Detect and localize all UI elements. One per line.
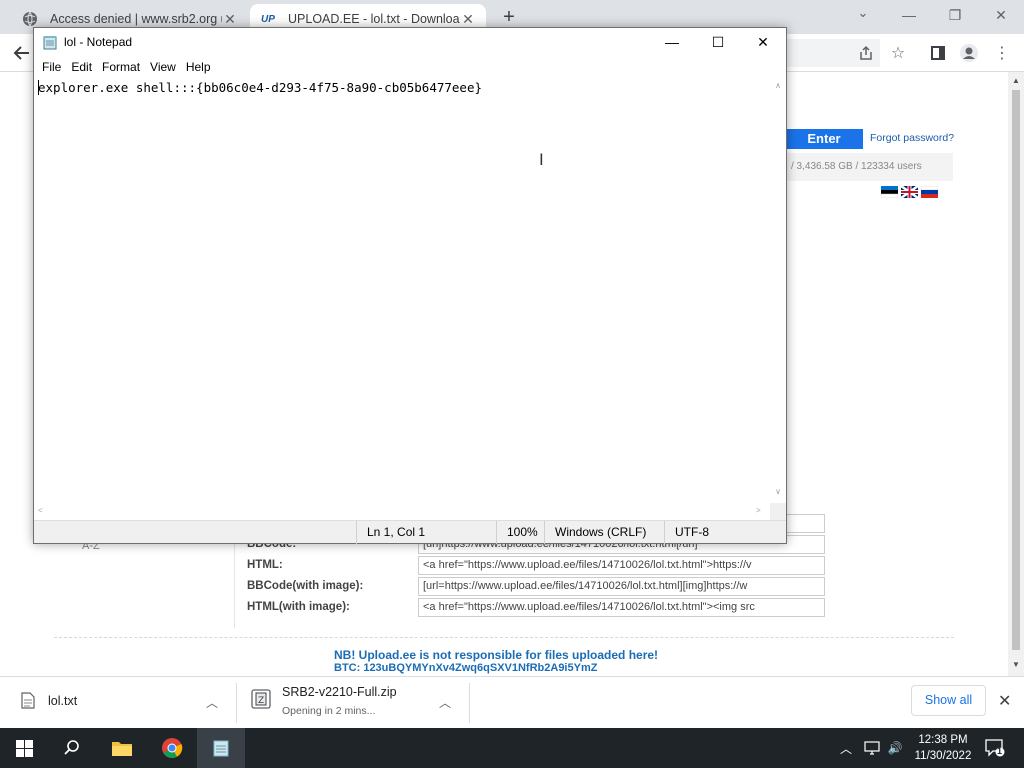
bbcode-image-label: BBCode(with image): — [247, 580, 364, 592]
minimize-icon[interactable]: — — [887, 2, 931, 28]
chevron-up-icon[interactable]: ︿ — [439, 694, 451, 711]
bbcode-image-field[interactable]: [url=https://www.upload.ee/files/1471002… — [418, 577, 825, 596]
tray-overflow-chevron-icon[interactable]: ︿ — [836, 728, 856, 768]
windows-taskbar: ︿ 🔊 12:38 PM 11/30/2022 1 — [0, 728, 1024, 768]
scroll-right-icon[interactable]: > — [756, 506, 761, 515]
notepad-menubar: File Edit Format View Help — [34, 57, 786, 77]
scroll-up-icon[interactable]: ▲ — [1008, 76, 1024, 85]
notepad-taskbar-icon[interactable] — [197, 728, 245, 768]
notepad-titlebar[interactable]: lol - Notepad — ☐ ✕ — [34, 28, 786, 57]
chrome-icon[interactable] — [148, 728, 196, 768]
notepad-text-area[interactable]: explorer.exe shell:::{bb06c0e4-d293-4f75… — [34, 77, 770, 503]
btc-address: BTC: 123uBQYMYnXv4Zwq6qSXV1NfRb2A9i5YmZ — [334, 662, 598, 674]
russia-flag-icon[interactable] — [921, 186, 938, 198]
ibeam-cursor-icon: I — [539, 150, 544, 169]
scroll-left-icon[interactable]: < — [38, 506, 43, 515]
search-icon[interactable] — [48, 728, 96, 768]
line-ending: Windows (CRLF) — [544, 521, 664, 544]
menu-help[interactable]: Help — [181, 57, 216, 77]
new-tab-button[interactable]: + — [499, 7, 519, 27]
forgot-password-link[interactable]: Forgot password? — [870, 132, 954, 144]
html-label: HTML: — [247, 559, 283, 571]
menu-edit[interactable]: Edit — [66, 57, 97, 77]
site-stats: / 3,436.58 GB / 123334 users — [785, 153, 953, 181]
notepad-title: lol - Notepad — [64, 35, 133, 49]
share-icon[interactable] — [854, 41, 878, 65]
download-filename: SRB2-v2210-Full.zip — [282, 685, 397, 699]
menu-format[interactable]: Format — [97, 57, 145, 77]
uk-flag-icon[interactable] — [901, 186, 918, 198]
cursor-position: Ln 1, Col 1 — [356, 521, 496, 544]
notepad-vertical-scrollbar[interactable]: ∧ ∨ — [770, 77, 786, 503]
html-field[interactable]: <a href="https://www.upload.ee/files/147… — [418, 556, 825, 575]
encoding: UTF-8 — [664, 521, 786, 544]
notepad-window: lol - Notepad — ☐ ✕ File Edit Format Vie… — [33, 27, 787, 544]
notepad-app-icon — [43, 36, 57, 50]
download-status: Opening in 2 mins... — [282, 705, 376, 717]
notification-center-icon[interactable]: 1 — [980, 728, 1010, 768]
back-arrow-icon[interactable] — [10, 41, 34, 65]
volume-icon[interactable]: 🔊 — [884, 728, 906, 768]
tab-search-chevron-icon[interactable]: ⌄ — [850, 5, 876, 25]
notepad-statusbar: Ln 1, Col 1 100% Windows (CRLF) UTF-8 — [34, 520, 786, 544]
disclaimer-notice: NB! Upload.ee is not responsible for fil… — [334, 648, 659, 662]
notepad-maximize-icon[interactable]: ☐ — [695, 28, 741, 57]
download-item-lol-txt[interactable]: lol.txt ︿ — [0, 677, 235, 729]
download-item-srb2-zip[interactable]: Z SRB2-v2210-Full.zip Opening in 2 mins.… — [237, 677, 469, 729]
text-file-icon — [21, 692, 35, 709]
download-filename: lol.txt — [48, 694, 78, 708]
kebab-menu-icon[interactable]: ⋮ — [990, 41, 1014, 65]
menu-file[interactable]: File — [37, 57, 66, 77]
menu-view[interactable]: View — [145, 57, 181, 77]
resize-grip[interactable] — [770, 503, 786, 520]
bookmark-star-icon[interactable]: ☆ — [886, 41, 910, 65]
side-panel-icon[interactable] — [926, 41, 950, 65]
svg-text:Z: Z — [258, 696, 264, 706]
scrollbar-thumb[interactable] — [1012, 90, 1020, 650]
divider — [469, 683, 470, 723]
close-window-icon[interactable]: ✕ — [979, 2, 1023, 28]
file-explorer-icon[interactable] — [98, 728, 146, 768]
close-tab-icon[interactable]: ✕ — [222, 11, 238, 28]
scroll-up-icon[interactable]: ∧ — [770, 81, 786, 90]
notepad-horizontal-scrollbar[interactable]: < > — [34, 503, 770, 520]
restore-icon[interactable]: ❐ — [933, 2, 977, 28]
downloads-bar: lol.txt ︿ Z SRB2-v2210-Full.zip Opening … — [0, 676, 1024, 728]
tab-title: Access denied | www.srb2.org us — [50, 12, 222, 26]
page-scrollbar[interactable]: ▲ ▼ — [1008, 72, 1024, 676]
clock-time: 12:38 PM — [918, 734, 968, 746]
divider — [234, 536, 235, 628]
chevron-up-icon[interactable]: ︿ — [206, 694, 218, 711]
zoom-level: 100% — [496, 521, 544, 544]
close-tab-icon[interactable]: ✕ — [460, 11, 476, 28]
clock-date: 11/30/2022 — [914, 750, 972, 762]
language-flags — [881, 186, 938, 198]
dashed-separator — [54, 637, 954, 638]
windows-start-icon[interactable] — [0, 728, 48, 768]
upload-ee-favicon-icon: UP — [261, 13, 275, 25]
network-icon[interactable] — [861, 728, 883, 768]
html-image-field[interactable]: <a href="https://www.upload.ee/files/147… — [418, 598, 825, 617]
close-downloads-icon[interactable]: ✕ — [998, 691, 1011, 711]
enter-button[interactable]: Enter — [785, 129, 863, 149]
scroll-down-icon[interactable]: ∨ — [770, 487, 786, 496]
notification-count: 1 — [997, 746, 1003, 756]
notepad-close-icon[interactable]: ✕ — [740, 28, 786, 57]
notepad-minimize-icon[interactable]: — — [649, 28, 695, 57]
scroll-down-icon[interactable]: ▼ — [1008, 660, 1024, 669]
show-all-button[interactable]: Show all — [911, 685, 986, 716]
html-image-label: HTML(with image): — [247, 601, 350, 613]
globe-icon — [22, 11, 38, 27]
system-clock[interactable]: 12:38 PM 11/30/2022 — [910, 732, 976, 764]
notepad-content: explorer.exe shell:::{bb06c0e4-d293-4f75… — [38, 80, 483, 95]
tab-title: UPLOAD.EE - lol.txt - Download — [288, 12, 460, 26]
estonia-flag-icon[interactable] — [881, 186, 898, 198]
profile-avatar-icon[interactable] — [957, 41, 981, 65]
zip-archive-icon: Z — [251, 689, 271, 709]
text-caret — [38, 80, 39, 95]
